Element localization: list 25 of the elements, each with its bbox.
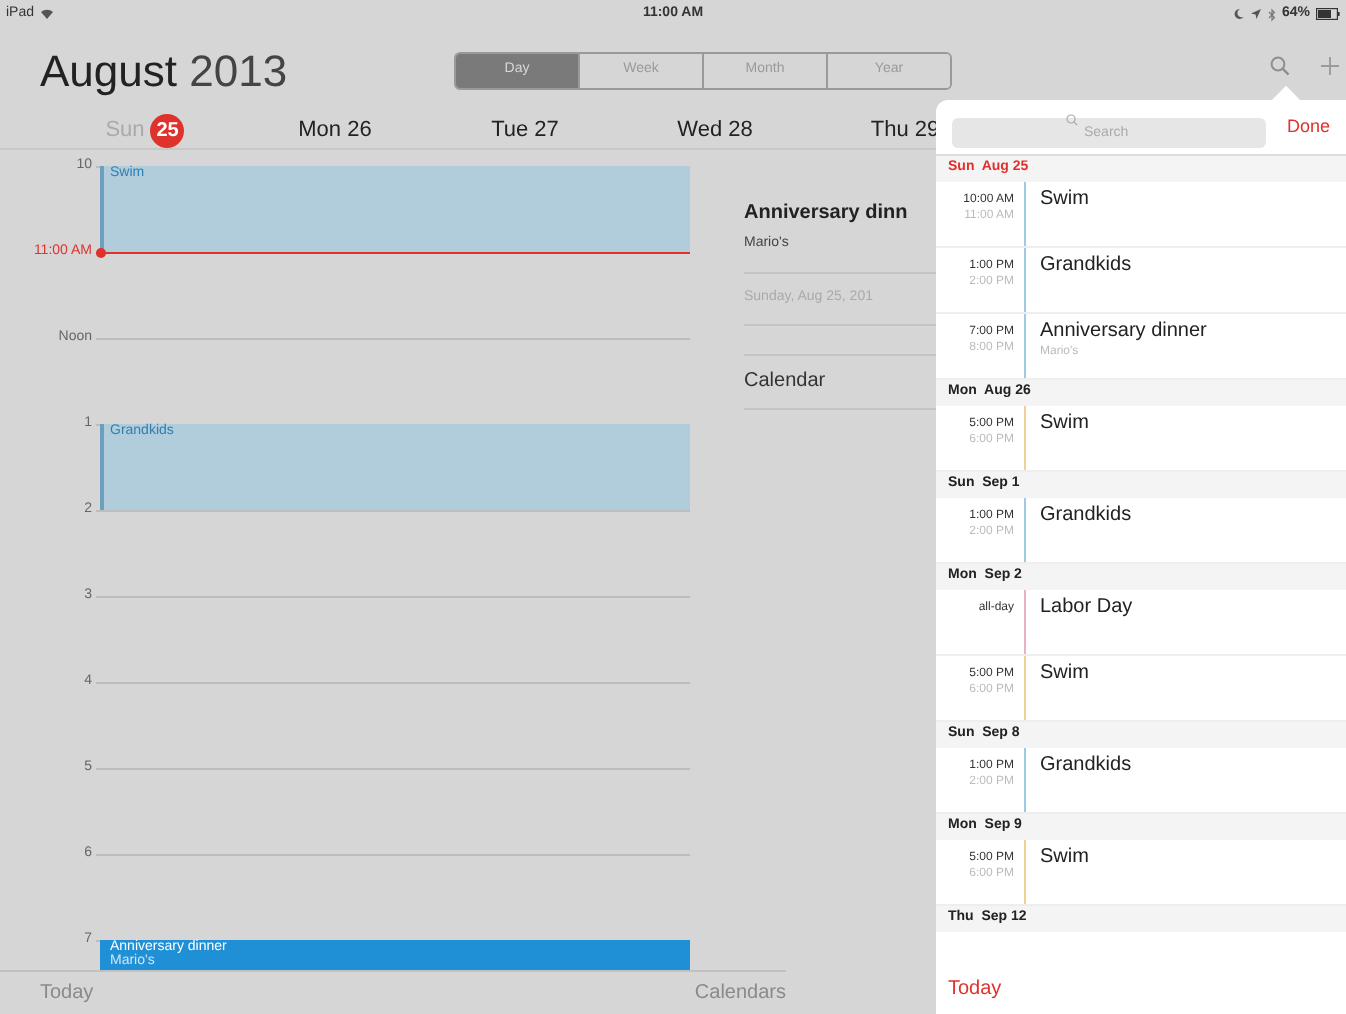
event-title: Swim <box>1040 188 1089 212</box>
add-icon[interactable] <box>1320 56 1340 76</box>
bluetooth-icon <box>1267 7 1276 21</box>
event-title: Swim <box>1040 846 1089 870</box>
day-label[interactable]: Wed 28 <box>677 114 753 148</box>
detail-title: Anniversary dinn <box>744 200 910 228</box>
month-title: August 2013 <box>38 49 290 93</box>
search-icon[interactable] <box>1270 56 1290 76</box>
done-button[interactable]: Done <box>1286 113 1330 141</box>
event-title: Grandkids <box>1040 754 1132 778</box>
search-icon <box>1066 113 1078 125</box>
wifi-icon <box>40 8 55 20</box>
moon-icon <box>1233 8 1244 20</box>
today-button[interactable]: Today <box>948 973 1002 1003</box>
battery-icon <box>1316 8 1340 20</box>
day-label[interactable]: Mon 26 <box>298 114 372 148</box>
event-title: Grandkids <box>1040 254 1132 278</box>
event-title: Grandkids <box>1040 504 1132 528</box>
day-label[interactable]: Tue 27 <box>491 114 559 148</box>
event-title: Labor Day <box>1040 596 1133 620</box>
today-date-badge[interactable]: 25 <box>150 114 185 148</box>
event-title: Swim <box>1040 662 1089 686</box>
event-title: Anniversary dinner <box>1040 320 1207 344</box>
location-arrow-icon <box>1249 8 1262 20</box>
event-title: Swim <box>1040 412 1089 436</box>
